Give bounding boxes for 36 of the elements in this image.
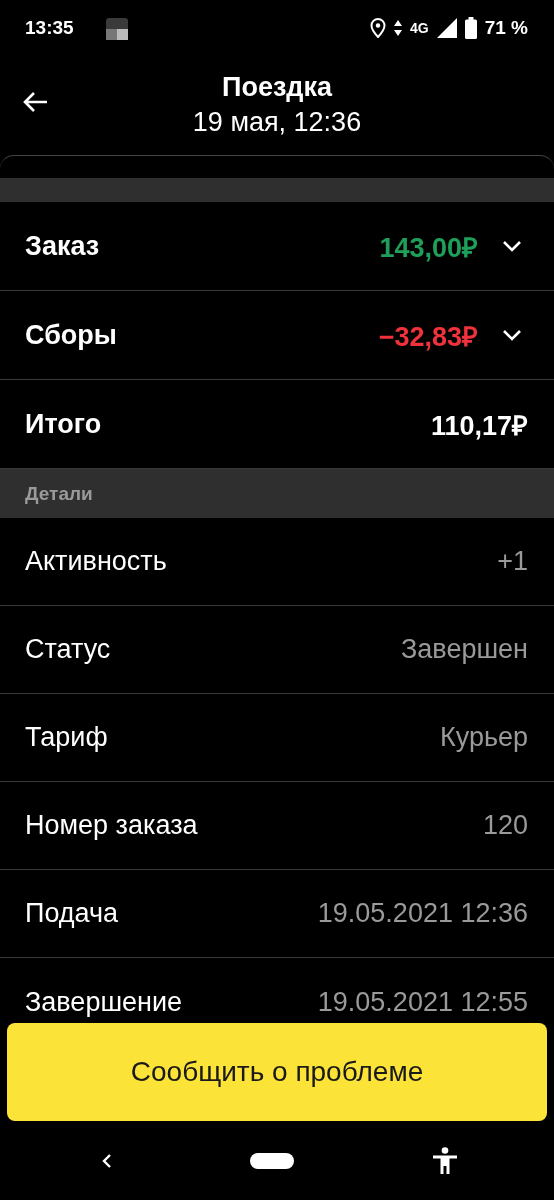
detail-label: Завершение xyxy=(25,986,183,1018)
battery-level: 71 % xyxy=(484,16,528,39)
page-subtitle: 19 мая, 12:36 xyxy=(192,106,362,139)
detail-label: Активность xyxy=(25,546,167,577)
accessibility-icon[interactable] xyxy=(432,1146,458,1175)
nav-back-icon[interactable] xyxy=(102,1152,112,1169)
data-arrows-icon xyxy=(394,19,402,36)
report-problem-button[interactable]: Сообщить о проблеме xyxy=(7,1023,547,1121)
detail-label: Статус xyxy=(25,634,111,665)
notification-icon xyxy=(105,17,128,40)
location-icon xyxy=(370,17,386,38)
summary-row[interactable]: Сборы −32,83₽ xyxy=(0,291,554,380)
detail-value: Завершен xyxy=(401,634,528,665)
section-title: Детали xyxy=(25,482,93,505)
amount: 143,00₽ xyxy=(379,231,478,265)
detail-value: +1 xyxy=(497,546,528,577)
amount: 110,17₽ xyxy=(430,409,528,443)
network-type: 4G xyxy=(410,19,429,36)
status-time: 13:35 xyxy=(25,16,74,39)
summary-row[interactable]: Заказ 143,00₽ xyxy=(0,202,554,291)
page-title: Поездка xyxy=(222,71,332,104)
detail-label: Тариф xyxy=(25,722,108,753)
row-label: Итого xyxy=(25,408,102,440)
row-label: Сборы xyxy=(25,319,117,351)
amount: −32,83₽ xyxy=(378,320,478,354)
detail-label: Номер заказа xyxy=(25,810,198,841)
detail-value: 19.05.2021 12:36 xyxy=(317,898,528,929)
detail-label: Подача xyxy=(25,898,119,929)
battery-icon xyxy=(464,16,477,39)
detail-value: Курьер xyxy=(439,722,528,753)
home-pill[interactable] xyxy=(250,1152,294,1169)
row-label: Заказ xyxy=(25,230,100,262)
signal-icon xyxy=(436,17,457,38)
back-arrow-icon xyxy=(22,91,48,113)
detail-value: 19.05.2021 12:55 xyxy=(317,986,528,1018)
detail-value: 120 xyxy=(482,810,528,841)
